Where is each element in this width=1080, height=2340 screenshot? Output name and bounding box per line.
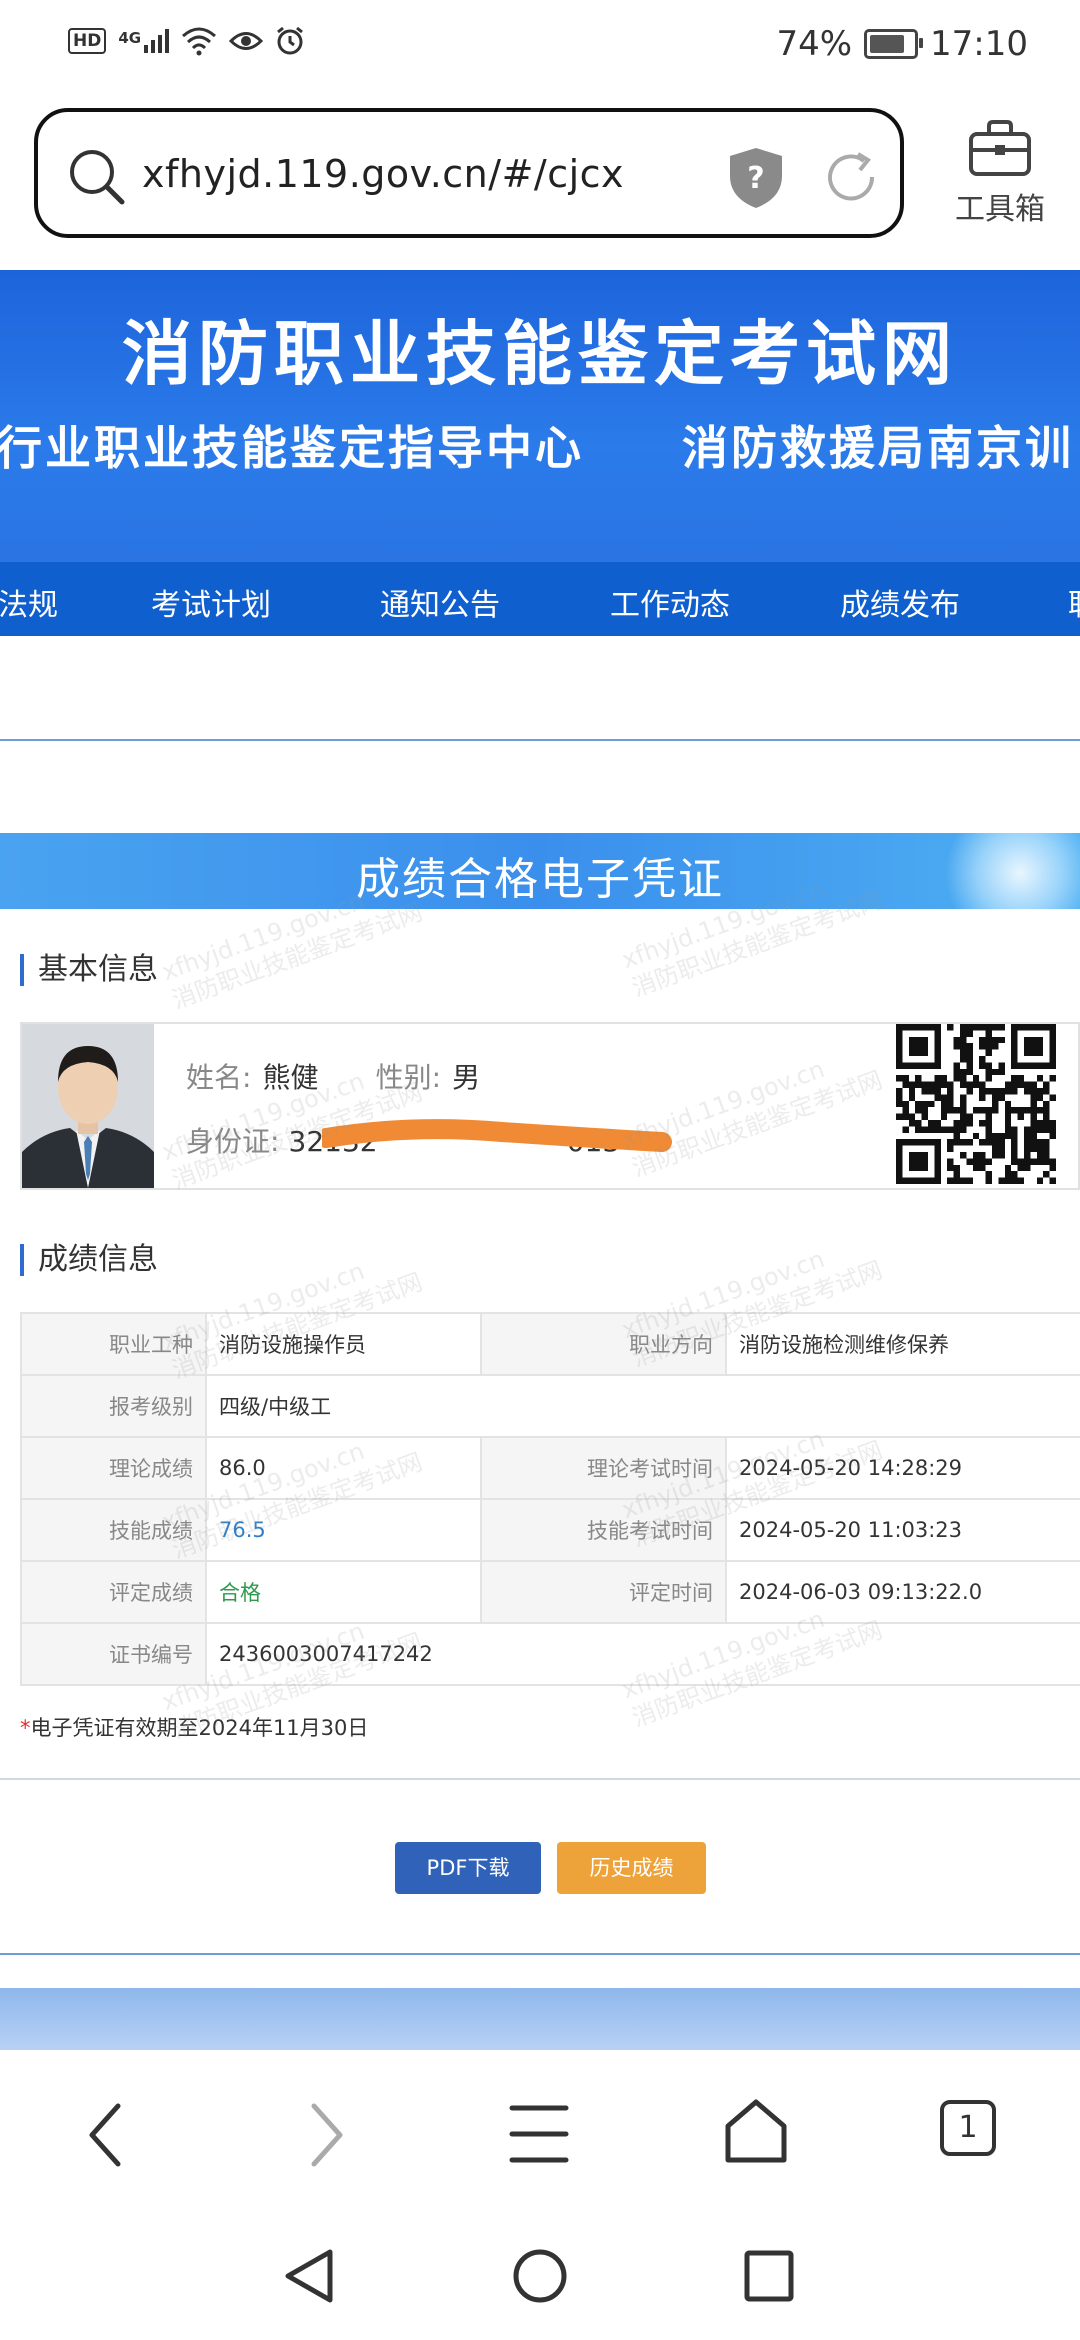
table-row: 评定成绩 合格 评定时间 2024-06-03 09:13:22.0: [20, 1560, 1080, 1624]
label-skill-score: 技能成绩: [20, 1498, 207, 1562]
divider: [0, 739, 1080, 741]
value-final-time: 2024-06-03 09:13:22.0: [725, 1560, 1080, 1624]
value-job-direction: 消防设施检测维修保养: [725, 1312, 1080, 1376]
table-row: 证书编号 2436003007417242: [20, 1622, 1080, 1686]
status-bar: HD 4G 74% 17:10: [0, 0, 1080, 92]
status-icons: HD 4G: [68, 26, 305, 56]
value-skill-time: 2024-05-20 11:03:23: [725, 1498, 1080, 1562]
value-theory-score: 86.0: [205, 1436, 482, 1500]
divider: [0, 1778, 1080, 1780]
name-label: 姓名:: [186, 1061, 252, 1094]
main-nav: 法规 考试计划 通知公告 工作动态 成绩发布 职: [0, 562, 1080, 636]
label-final-time: 评定时间: [480, 1560, 727, 1624]
briefcase-icon: [969, 120, 1031, 176]
network-type: 4G: [118, 29, 142, 47]
label-level: 报考级别: [20, 1374, 207, 1438]
basic-info-card: 姓名: 熊健 性别: 男 身份证: 32132 013: [20, 1022, 1080, 1190]
tabs-button[interactable]: 1: [940, 2100, 996, 2156]
pdf-download-button[interactable]: PDF下载: [395, 1842, 541, 1894]
value-job-type: 消防设施操作员: [205, 1312, 482, 1376]
validity-text: 电子凭证有效期至2024年11月30日: [30, 1716, 369, 1740]
alarm-icon: [277, 26, 304, 55]
label-job-direction: 职业方向: [480, 1312, 727, 1376]
label-theory-score: 理论成绩: [20, 1436, 207, 1500]
value-final-result: 合格: [205, 1560, 482, 1624]
system-recents-icon[interactable]: [742, 2248, 796, 2304]
certificate-header: 成绩合格电子凭证: [0, 833, 1080, 909]
redaction-mark: [322, 1119, 672, 1152]
basic-info-title: 基本信息: [20, 954, 158, 986]
status-right: 74% 17:10: [776, 24, 1028, 64]
history-scores-button[interactable]: 历史成绩: [557, 1842, 706, 1894]
value-certificate-no: 2436003007417242: [205, 1622, 1080, 1686]
label-certificate-no: 证书编号: [20, 1622, 207, 1686]
back-icon[interactable]: [82, 2100, 132, 2170]
certificate-title: 成绩合格电子凭证: [356, 854, 724, 905]
nav-item-regulations[interactable]: 法规: [0, 580, 58, 624]
search-icon: [70, 150, 125, 205]
table-row: 技能成绩 76.5 技能考试时间 2024-05-20 11:03:23: [20, 1498, 1080, 1562]
reload-icon[interactable]: [822, 148, 880, 206]
value-theory-time: 2024-05-20 14:28:29: [725, 1436, 1080, 1500]
label-theory-time: 理论考试时间: [480, 1436, 727, 1500]
divider: [0, 1953, 1080, 1955]
table-row: 报考级别 四级/中级工: [20, 1374, 1080, 1438]
banner-subtitle-right: 消防救援局南京训: [682, 421, 1074, 475]
required-star: *: [20, 1716, 31, 1740]
toolbox-button[interactable]: 工具箱: [940, 118, 1060, 228]
home-icon[interactable]: [722, 2096, 790, 2166]
id-label: 身份证:: [186, 1125, 280, 1158]
nav-item-news[interactable]: 工作动态: [610, 580, 730, 624]
svg-text:?: ?: [747, 161, 764, 196]
gender-label: 性别:: [375, 1061, 442, 1094]
label-job-type: 职业工种: [20, 1312, 207, 1376]
battery-percent: 74%: [776, 24, 853, 64]
hd-badge: HD: [68, 28, 107, 54]
validity-note: *电子凭证有效期至2024年11月30日: [20, 1712, 368, 1742]
wifi-icon: [182, 27, 217, 56]
system-nav-bar: [0, 2216, 1080, 2340]
avatar-photo: [22, 1024, 154, 1188]
eye-icon: [229, 32, 264, 50]
system-home-icon[interactable]: [512, 2246, 568, 2306]
gender-value: 男: [452, 1061, 481, 1094]
value-level: 四级/中级工: [205, 1374, 1080, 1438]
table-row: 理论成绩 86.0 理论考试时间 2024-05-20 14:28:29: [20, 1436, 1080, 1500]
name-value: 熊健: [262, 1061, 319, 1094]
toolbox-label: 工具箱: [955, 192, 1045, 227]
score-info-title: 成绩信息: [20, 1244, 158, 1276]
url-text[interactable]: xfhyjd.119.gov.cn/#/cjcx: [142, 152, 624, 196]
nav-item-results[interactable]: 成绩发布: [840, 580, 960, 624]
site-banner: 消防职业技能鉴定考试网 行业职业技能鉴定指导中心 消防救援局南京训: [0, 270, 1080, 562]
banner-subtitle-left: 行业职业技能鉴定指导中心: [0, 421, 584, 475]
value-skill-score: 76.5: [205, 1498, 482, 1562]
qr-code: [896, 1024, 1056, 1184]
forward-icon[interactable]: [300, 2100, 350, 2170]
battery-icon: [864, 29, 924, 59]
menu-icon[interactable]: [508, 2102, 570, 2166]
label-final-result: 评定成绩: [20, 1560, 207, 1624]
score-table: 职业工种 消防设施操作员 职业方向 消防设施检测维修保养 报考级别 四级/中级工…: [20, 1312, 1080, 1686]
clock: 17:10: [930, 24, 1028, 64]
site-title: 消防职业技能鉴定考试网: [122, 313, 958, 395]
nav-item-more[interactable]: 职: [1068, 580, 1080, 624]
security-shield-icon[interactable]: ?: [726, 146, 786, 210]
site-footer: [0, 1988, 1080, 2050]
table-row: 职业工种 消防设施操作员 职业方向 消防设施检测维修保养: [20, 1312, 1080, 1376]
nav-item-notices[interactable]: 通知公告: [380, 580, 500, 624]
name-row: 姓名: 熊健 性别: 男: [186, 1056, 480, 1096]
system-back-icon[interactable]: [282, 2246, 336, 2306]
address-bar[interactable]: xfhyjd.119.gov.cn/#/cjcx ?: [34, 108, 904, 238]
nav-item-exam-plan[interactable]: 考试计划: [151, 580, 271, 624]
label-skill-time: 技能考试时间: [480, 1498, 727, 1562]
signal-icon: 4G: [118, 29, 170, 53]
browser-bottom-bar: 1: [0, 2050, 1080, 2216]
